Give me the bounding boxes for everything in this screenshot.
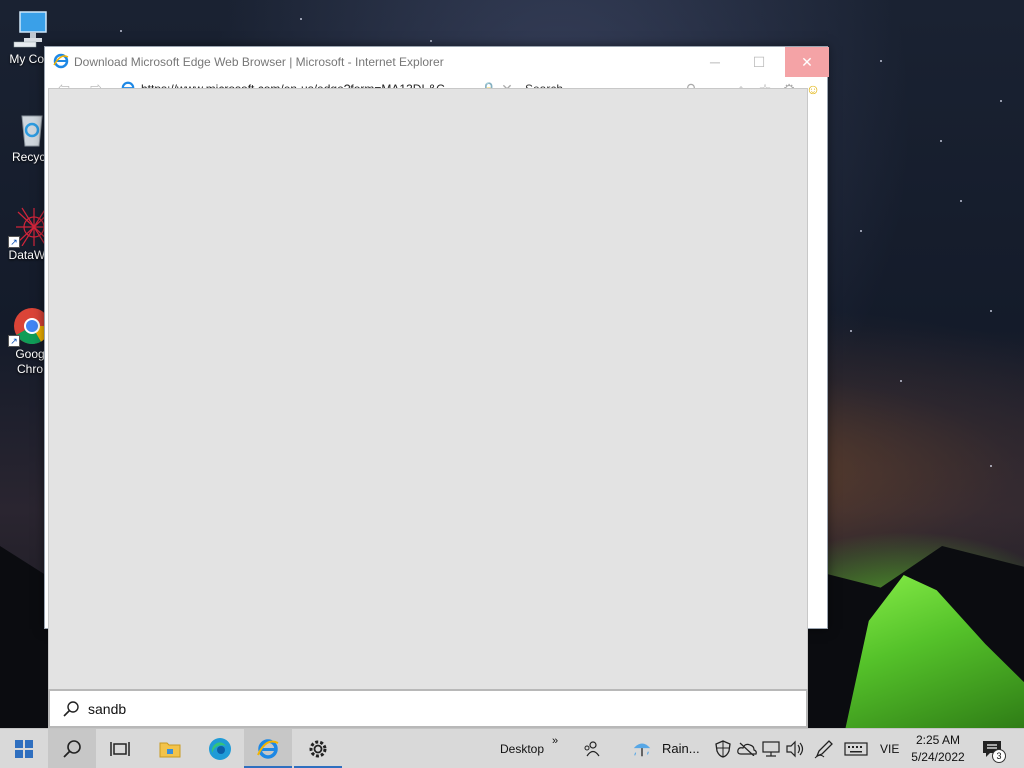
- windows-logo-icon: [15, 740, 33, 758]
- file-explorer-button[interactable]: [146, 729, 194, 768]
- weather-rain-icon[interactable]: [632, 739, 652, 759]
- search-icon: [62, 700, 80, 721]
- search-icon: [63, 740, 81, 758]
- edge-icon: [209, 738, 231, 760]
- internet-explorer-icon: [257, 739, 279, 759]
- shortcut-arrow-icon: ↗: [8, 335, 20, 347]
- clock-date: 5/24/2022: [911, 750, 965, 764]
- close-button[interactable]: ✕: [785, 47, 829, 77]
- task-view-icon: [110, 742, 130, 756]
- touch-keyboard-icon[interactable]: [844, 739, 868, 759]
- internet-explorer-taskbar-button[interactable]: [244, 729, 292, 768]
- people-icon[interactable]: [581, 739, 601, 759]
- ie-window-title: Download Microsoft Edge Web Browser | Mi…: [74, 55, 444, 69]
- search-input[interactable]: [88, 698, 788, 720]
- minimize-button[interactable]: ─: [693, 47, 737, 77]
- pen-workspace-icon[interactable]: [814, 739, 834, 759]
- task-view-button[interactable]: [96, 729, 144, 768]
- volume-icon[interactable]: [785, 739, 805, 759]
- start-button[interactable]: [0, 729, 48, 768]
- desktop-toolbar-label[interactable]: Desktop: [500, 729, 544, 768]
- ie-titlebar[interactable]: Download Microsoft Edge Web Browser | Mi…: [45, 47, 829, 77]
- weather-label[interactable]: Rain...: [662, 729, 700, 768]
- security-shield-icon[interactable]: [713, 739, 733, 759]
- computer-icon: [10, 10, 50, 50]
- toolbar-overflow-chevron-icon[interactable]: »: [552, 721, 558, 761]
- taskbar: Desktop » Rain... VIE 2:25 AM 5/24/2022 …: [0, 728, 1024, 768]
- maximize-button[interactable]: ☐: [737, 47, 781, 77]
- shortcut-arrow-icon: ↗: [8, 236, 20, 248]
- onedrive-offline-icon[interactable]: [737, 739, 757, 759]
- notification-count-badge: 3: [992, 749, 1006, 763]
- ie-logo-icon: [53, 53, 69, 72]
- edge-button[interactable]: [196, 729, 244, 768]
- system-clock[interactable]: 2:25 AM 5/24/2022: [906, 732, 970, 766]
- settings-button[interactable]: [294, 729, 342, 768]
- folder-icon: [159, 742, 181, 758]
- gear-icon: [309, 740, 327, 758]
- taskbar-search-box[interactable]: [48, 689, 808, 728]
- network-icon[interactable]: [761, 739, 781, 759]
- search-results-panel: [48, 88, 808, 690]
- search-taskbar-button[interactable]: [48, 729, 96, 768]
- clock-time: 2:25 AM: [915, 733, 961, 747]
- input-language-indicator[interactable]: VIE: [880, 729, 899, 768]
